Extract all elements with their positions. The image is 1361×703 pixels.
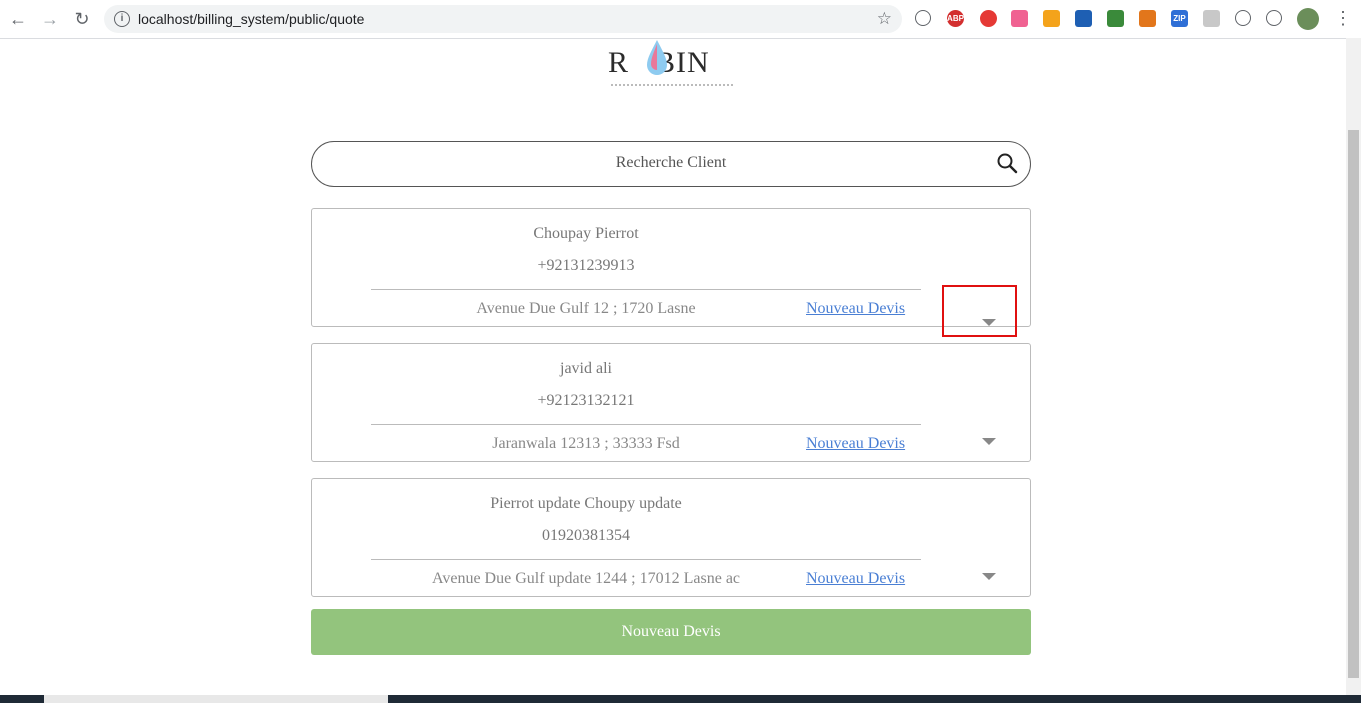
chevron-down-icon[interactable] (982, 438, 996, 445)
client-address: Avenue Due Gulf update 1244 ; 17012 Lasn… (431, 570, 741, 587)
client-phone: +92131239913 (537, 257, 635, 274)
chevron-down-icon[interactable] (982, 573, 996, 580)
grey-extension-icon[interactable] (1203, 10, 1220, 27)
globe-extension-icon[interactable] (1107, 10, 1124, 27)
client-card: Pierrot update Choupy update 01920381354… (311, 478, 1031, 597)
bookmark-star-icon[interactable]: ☆ (877, 9, 892, 29)
client-name: Pierrot update Choupy update (490, 495, 682, 512)
card-divider (371, 289, 921, 290)
search-icon[interactable] (996, 152, 1018, 174)
download-extension-icon[interactable] (1075, 10, 1092, 27)
new-quote-link[interactable]: Nouveau Devis (806, 570, 905, 588)
new-quote-link[interactable]: Nouveau Devis (806, 300, 905, 318)
menu-kebab-icon[interactable]: ⋮ (1334, 8, 1352, 29)
c-extension-icon[interactable] (1235, 10, 1251, 26)
card-divider (371, 559, 921, 560)
logo-underline (611, 84, 733, 86)
forward-arrow-icon[interactable]: → (40, 9, 60, 29)
logo: R BIN (608, 40, 733, 90)
orange-extension-icon[interactable] (1043, 10, 1060, 27)
zip-extension-icon[interactable]: ZIP (1171, 10, 1188, 27)
opera-icon[interactable] (980, 10, 997, 27)
new-quote-button[interactable]: Nouveau Devis (311, 609, 1031, 655)
client-phone: 01920381354 (542, 527, 630, 544)
client-name: Choupay Pierrot (533, 225, 639, 242)
highlight-box (942, 285, 1017, 337)
client-phone: +92123132121 (537, 392, 635, 409)
search-placeholder: Recherche Client (615, 154, 727, 171)
water-drop-icon (647, 40, 667, 75)
new-quote-link[interactable]: Nouveau Devis (806, 435, 905, 453)
metamask-icon[interactable] (1139, 10, 1156, 27)
os-taskbar (0, 695, 1361, 703)
client-card: Choupay Pierrot +92131239913 Avenue Due … (311, 208, 1031, 327)
card-divider (371, 424, 921, 425)
arrow-extension-icon[interactable] (1011, 10, 1028, 27)
client-name: javid ali (560, 360, 612, 377)
browser-toolbar: ← → ↻ i localhost/billing_system/public/… (0, 0, 1361, 39)
reload-icon[interactable]: ↻ (72, 9, 92, 29)
client-address: Avenue Due Gulf 12 ; 1720 Lasne (476, 300, 696, 317)
profile-avatar[interactable] (1297, 8, 1319, 30)
back-arrow-icon[interactable]: ← (8, 9, 28, 29)
client-card: javid ali +92123132121 Jaranwala 12313 ;… (311, 343, 1031, 462)
taskbar-search[interactable] (44, 695, 388, 703)
client-address: Jaranwala 12313 ; 33333 Fsd (492, 435, 680, 452)
adblock-icon[interactable]: ABP (947, 10, 964, 27)
info-icon[interactable]: i (114, 11, 130, 27)
address-bar[interactable]: i localhost/billing_system/public/quote … (104, 5, 902, 33)
scrollbar-thumb[interactable] (1348, 130, 1359, 678)
extension-icon[interactable] (915, 10, 931, 26)
url-text[interactable]: localhost/billing_system/public/quote (138, 11, 364, 27)
client-search-input[interactable]: Recherche Client (311, 141, 1031, 187)
puzzle-icon[interactable] (1266, 10, 1282, 26)
